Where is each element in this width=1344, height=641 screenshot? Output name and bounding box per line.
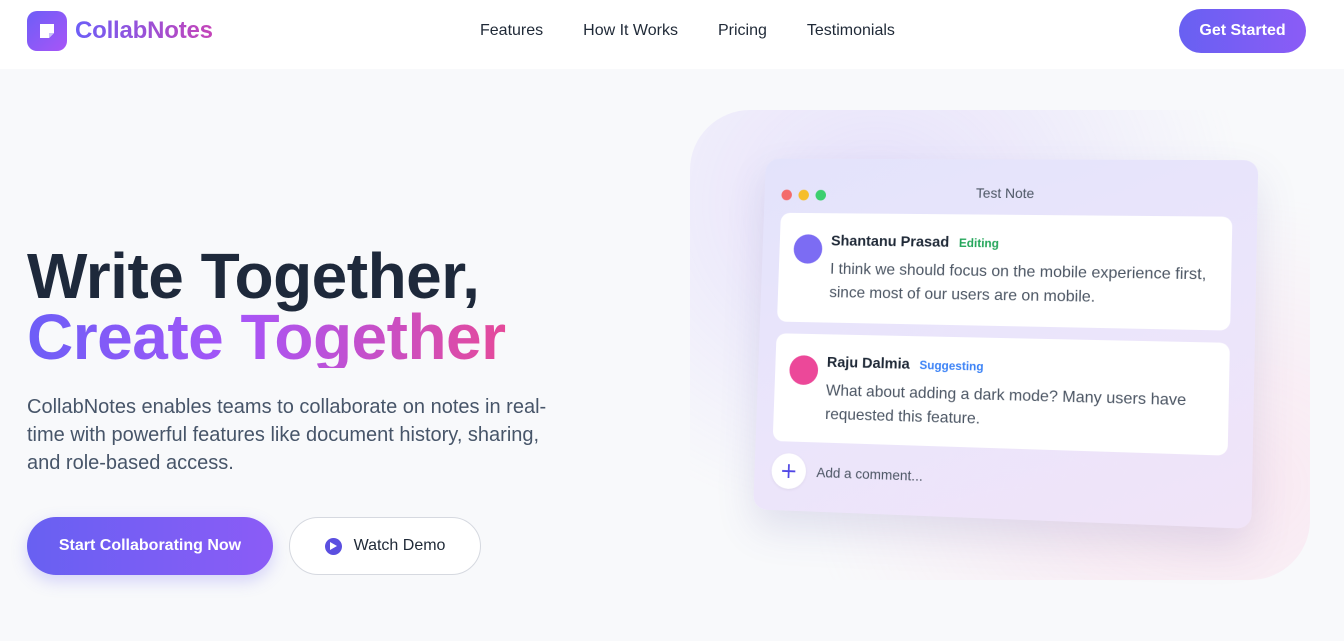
comment-card: Raju Dalmia Suggesting What about adding… bbox=[772, 333, 1230, 456]
watch-demo-button[interactable]: Watch Demo bbox=[289, 517, 481, 575]
play-icon bbox=[324, 537, 342, 555]
comment-author: Raju Dalmia bbox=[826, 353, 911, 373]
nav-link-pricing[interactable]: Pricing bbox=[718, 21, 767, 41]
get-started-button[interactable]: Get Started bbox=[1179, 9, 1306, 53]
hero-title-line2: Create Together bbox=[27, 301, 506, 373]
start-collaborating-button[interactable]: Start Collaborating Now bbox=[27, 517, 273, 575]
avatar bbox=[793, 234, 823, 264]
note-title: Test Note bbox=[975, 184, 1035, 202]
nav-links: Features How It Works Pricing Testimonia… bbox=[480, 21, 935, 41]
hero-title-line1: Write Together, bbox=[27, 240, 480, 312]
hero-title: Write Together, Create Together bbox=[27, 240, 506, 373]
status-badge: Suggesting bbox=[919, 358, 984, 374]
note-preview-card: Test Note Shantanu Prasad Editing I thin… bbox=[753, 158, 1259, 529]
status-badge: Editing bbox=[958, 236, 1000, 251]
add-comment-input[interactable] bbox=[816, 464, 1113, 491]
brand-name: CollabNotes bbox=[75, 17, 213, 44]
comment-text: What about adding a dark mode? Many user… bbox=[824, 382, 1187, 428]
navbar: CollabNotes Features How It Works Pricin… bbox=[0, 0, 1344, 69]
comment-author: Shantanu Prasad bbox=[830, 232, 950, 251]
nav-link-how-it-works[interactable]: How It Works bbox=[583, 21, 678, 41]
nav-link-features[interactable]: Features bbox=[480, 21, 543, 41]
add-comment-row: + bbox=[770, 452, 1113, 501]
avatar bbox=[788, 355, 819, 386]
sticky-note-icon bbox=[27, 11, 67, 51]
comment-text: I think we should focus on the mobile ex… bbox=[829, 260, 1207, 306]
plus-icon[interactable]: + bbox=[770, 452, 807, 490]
nav-link-testimonials[interactable]: Testimonials bbox=[807, 21, 895, 41]
hero-description: CollabNotes enables teams to collaborate… bbox=[27, 396, 547, 474]
watch-demo-label: Watch Demo bbox=[353, 537, 446, 554]
comment-card: Shantanu Prasad Editing I think we shoul… bbox=[776, 212, 1233, 331]
brand[interactable]: CollabNotes bbox=[27, 11, 213, 51]
